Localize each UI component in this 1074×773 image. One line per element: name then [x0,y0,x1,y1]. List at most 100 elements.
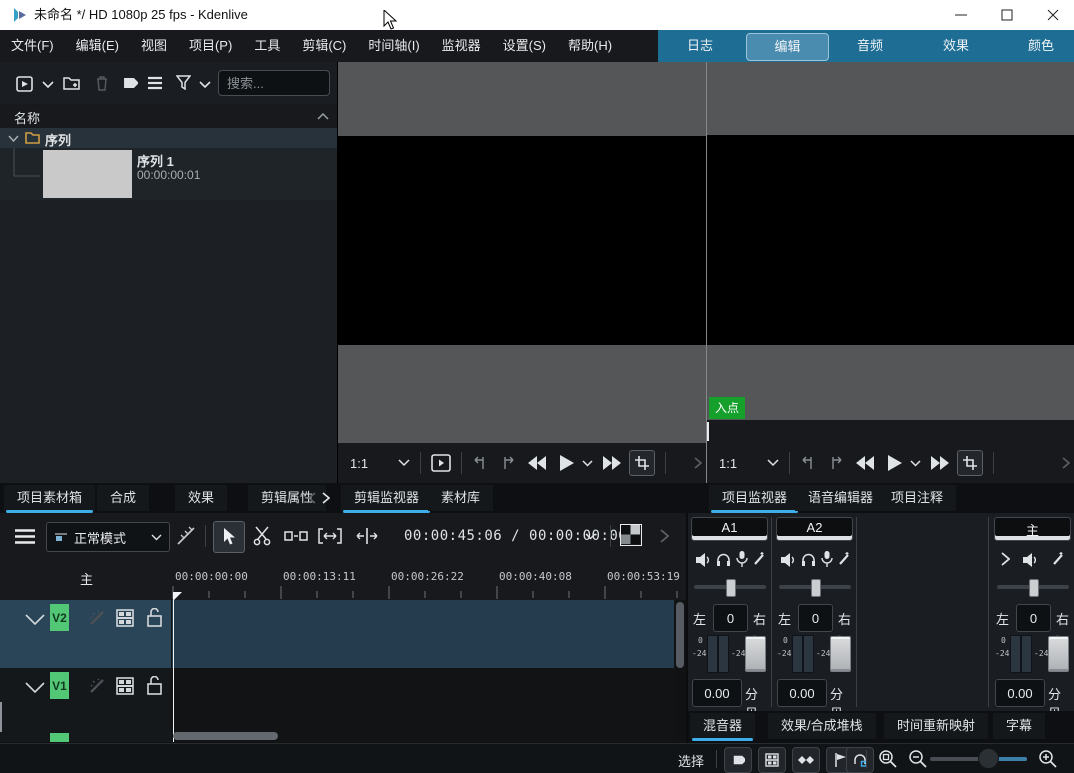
volume-fader-handle[interactable] [830,636,851,672]
create-folder-icon[interactable] [63,75,81,91]
track-header-v2[interactable]: V2 [0,600,171,668]
workspace-tab-logging[interactable]: 日志 [670,33,730,59]
clip-zoom-level[interactable]: 1:1 [350,456,368,471]
track-badge-v2[interactable]: V2 [50,604,69,631]
tab-mixer[interactable]: 混音器 [690,713,755,739]
timeline-mixer-splitter[interactable] [686,513,688,743]
tab-library[interactable]: 素材库 [428,485,493,511]
play-icon[interactable] [888,455,902,471]
track-collapse-icon[interactable] [25,614,45,626]
zone-in-icon[interactable] [472,455,488,471]
track-lane-v1[interactable] [172,668,674,728]
tab-scroll-right-icon[interactable] [322,492,330,504]
volume-fader-handle[interactable] [745,636,766,672]
menu-clip[interactable]: 剪辑(C) [291,30,357,62]
balance-spinbox[interactable]: 0 [713,604,748,632]
timeline-vertical-scrollbar[interactable] [676,602,684,668]
menu-timeline[interactable]: 时间轴(I) [357,30,430,62]
menu-file[interactable]: 文件(F) [0,30,65,62]
channel-name-button[interactable]: 主 [994,517,1071,541]
ripple-tool-icon[interactable] [355,528,379,544]
maximize-button[interactable] [984,0,1030,30]
collapse-icon[interactable] [317,113,329,120]
play-icon[interactable] [560,455,574,471]
zone-out-icon[interactable] [828,455,844,471]
db-spinbox[interactable]: 0.00 [777,679,827,707]
menu-settings[interactable]: 设置(S) [492,30,557,62]
tab-speech-editor[interactable]: 语音编辑器 [795,485,886,511]
zone-mode-button[interactable] [957,450,983,476]
seekbar-playhead[interactable] [707,422,709,441]
tab-project-bin[interactable]: 项目素材箱 [4,485,95,511]
close-button[interactable] [1030,0,1074,30]
track-header-v1[interactable]: V1 [0,668,171,728]
tab-compositions[interactable]: 合成 [97,485,149,511]
track-thumbnails-icon[interactable] [116,609,134,627]
timeline-menu-icon[interactable] [14,529,36,544]
add-clip-icon[interactable] [16,75,34,93]
track-effects-icon[interactable] [88,677,106,695]
tab-subtitles[interactable]: 字幕 [993,713,1045,739]
menu-view[interactable]: 视图 [130,30,178,62]
bin-folder-row[interactable]: 序列 [0,128,338,148]
bin-menu-icon[interactable] [147,76,163,90]
track-thumbnails-icon[interactable] [116,677,134,695]
minimize-button[interactable] [938,0,984,30]
expand-icon[interactable] [1001,552,1010,566]
mix-clips-icon[interactable] [176,526,196,546]
clip-thumbnail[interactable] [43,150,132,198]
workspace-tab-color[interactable]: 颜色 [1011,33,1071,59]
workspace-tab-effects[interactable]: 效果 [926,33,986,59]
db-spinbox[interactable]: 0.00 [692,679,742,707]
channel-name-button[interactable]: A1 [691,517,768,541]
bin-monitor-splitter[interactable] [337,62,338,483]
mixed-audio-video-button[interactable] [620,524,642,546]
clip-toolbar-overflow-icon[interactable] [694,457,702,469]
timeline-toolbar-overflow-icon[interactable] [660,529,669,543]
rewind-icon[interactable] [856,456,874,470]
monitor-overlay-icon[interactable] [431,454,451,472]
track-lock-icon[interactable] [147,608,162,627]
solo-icon[interactable] [801,552,816,567]
bin-column-header[interactable]: 名称 [0,104,338,129]
timecode-dropdown-icon[interactable] [585,533,596,540]
audio-thumbnails-button[interactable] [846,747,874,773]
pan-slider-handle[interactable] [811,579,821,597]
tab-project-monitor[interactable]: 项目监视器 [709,485,800,511]
track-effects-icon[interactable] [88,609,106,627]
project-monitor-video[interactable] [707,135,1074,345]
tab-effects[interactable]: 效果 [175,485,227,511]
mute-icon[interactable] [696,553,711,567]
timeline-horizontal-scrollbar[interactable] [173,732,278,740]
mute-icon[interactable] [781,553,796,567]
rewind-icon[interactable] [528,456,546,470]
tag-icon[interactable] [121,75,138,92]
balance-spinbox[interactable]: 0 [798,604,833,632]
slip-tool-icon[interactable] [318,528,342,544]
menu-monitor[interactable]: 监视器 [431,30,492,62]
zoom-slider-handle[interactable] [978,748,999,769]
project-zoom-level[interactable]: 1:1 [719,456,737,471]
bin-search-input[interactable] [218,70,330,96]
project-monitor-seekbar[interactable] [707,420,1074,443]
track-badge-v1[interactable]: V1 [50,672,69,699]
effects-icon[interactable] [837,551,851,566]
track-badge-partial[interactable] [50,733,69,742]
filter-icon[interactable] [176,75,191,90]
spacer-tool-icon[interactable] [284,530,308,542]
record-icon[interactable] [736,551,748,567]
menu-tools[interactable]: 工具 [243,30,291,62]
zoom-in-icon[interactable] [1038,749,1058,769]
track-lock-icon[interactable] [147,676,162,695]
add-clip-dropdown-icon[interactable] [42,81,54,89]
show-markers-button[interactable] [724,747,752,773]
pan-slider-handle[interactable] [1029,579,1039,597]
tab-clip-monitor[interactable]: 剪辑监视器 [341,485,432,511]
snap-button[interactable] [792,747,820,773]
zoom-fit-icon[interactable] [878,749,898,769]
volume-fader-handle[interactable] [1048,636,1069,672]
zone-in-icon[interactable] [800,455,816,471]
workspace-tab-editing[interactable]: 编辑 [746,33,829,61]
zoom-out-icon[interactable] [908,749,928,769]
tab-time-remap[interactable]: 时间重新映射 [884,713,988,739]
